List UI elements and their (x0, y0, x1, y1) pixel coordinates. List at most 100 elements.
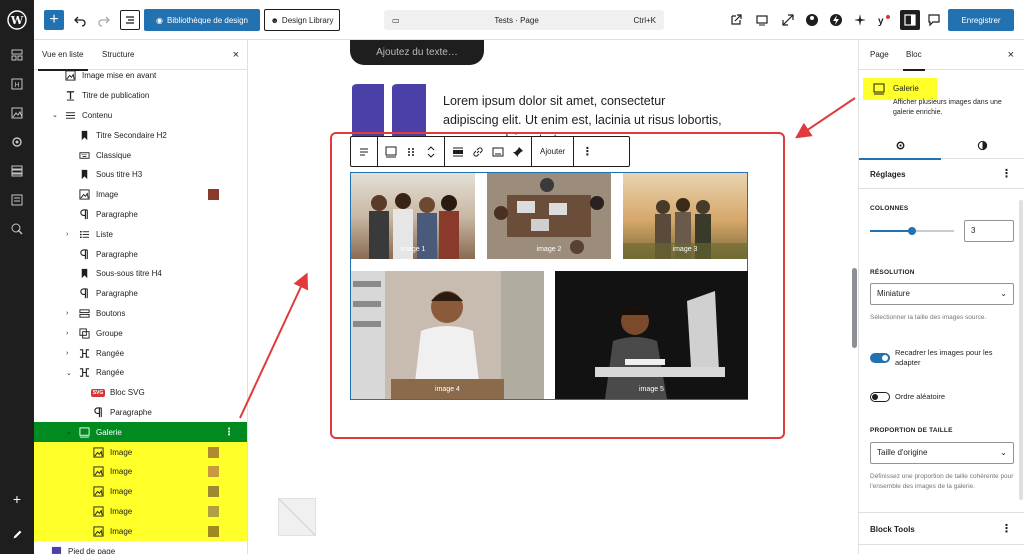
list-view-item[interactable]: Titre Secondaire H2 (34, 125, 247, 145)
yoast-icon[interactable]: y (874, 10, 894, 30)
list-view-item[interactable]: › Groupe (34, 323, 247, 343)
tab-block[interactable]: Bloc (903, 40, 925, 71)
document-title-bar[interactable]: ▭ Tests · Page Ctrl+K (384, 10, 664, 30)
tab-page[interactable]: Page (870, 40, 889, 70)
editor-toolbar: + ◉ Bibliothèque de design ☻ Design Libr… (34, 0, 1024, 40)
document-icon[interactable] (0, 185, 34, 214)
columns-slider[interactable] (870, 227, 954, 235)
businessman-photo (351, 271, 544, 399)
caption-icon[interactable] (489, 140, 507, 164)
bolt-icon[interactable] (826, 10, 846, 30)
list-view-item[interactable]: Image (34, 462, 247, 482)
layers-icon[interactable] (0, 156, 34, 185)
list-view-item[interactable]: Paragraphe (34, 284, 247, 304)
gallery-image[interactable]: image 3 (623, 173, 747, 259)
chevron-right-icon[interactable]: › (66, 330, 74, 337)
header-block-icon[interactable]: H (0, 69, 34, 98)
list-view-item[interactable]: Image (34, 185, 247, 205)
list-view-item[interactable]: Image (34, 481, 247, 502)
chevron-right-icon[interactable]: › (66, 350, 74, 357)
resolution-select[interactable]: Miniature ⌄ (870, 283, 1014, 305)
list-view-item[interactable]: Image (34, 442, 247, 462)
list-view-item[interactable]: Pied de page (34, 541, 247, 554)
link-icon[interactable] (469, 140, 487, 164)
design-library-fr-button[interactable]: ◉ Bibliothèque de design (144, 9, 260, 31)
media-icon[interactable] (0, 98, 34, 127)
select-parent-icon[interactable] (355, 140, 373, 164)
ai-sparkle-icon[interactable] (850, 10, 870, 30)
tab-block-styles[interactable] (941, 131, 1023, 159)
gallery-block-icon[interactable] (382, 140, 400, 164)
list-view-item[interactable]: Sous titre H3 (34, 165, 247, 185)
list-view-item[interactable]: ⌄ Contenu (34, 106, 247, 126)
chevron-right-icon[interactable]: › (66, 231, 74, 238)
list-view-item[interactable]: Sous-sous titre H4 (34, 264, 247, 284)
comment-icon[interactable] (924, 10, 944, 30)
pin-icon[interactable] (509, 140, 527, 164)
list-view-item[interactable]: SVG Bloc SVG (34, 383, 247, 403)
list-view-item[interactable]: Classique (34, 145, 247, 165)
gallery-image[interactable]: image 1 (351, 173, 475, 259)
wordpress-logo-icon[interactable]: W (0, 0, 34, 40)
block-inserter-button[interactable]: + (44, 10, 64, 30)
aspect-ratio-select[interactable]: Taille d'origine ⌄ (870, 442, 1014, 464)
more-options-icon[interactable]: ⋮ (578, 140, 596, 164)
align-icon[interactable] (449, 140, 467, 164)
chevron-down-icon[interactable]: ⌄ (52, 111, 60, 119)
block-tools-options-icon[interactable]: ⋮ (1001, 522, 1012, 535)
document-overview-icon[interactable] (120, 10, 140, 30)
list-view-item[interactable]: Titre de publication (34, 86, 247, 106)
add-text-button[interactable]: Ajoutez du texte… (350, 40, 484, 65)
crop-toggle[interactable] (870, 353, 890, 363)
gallery-image[interactable]: image 4 (351, 271, 544, 399)
list-view-item[interactable]: Paragraphe (34, 205, 247, 225)
list-view-item[interactable]: Paragraphe (34, 403, 247, 423)
add-icon[interactable]: + (0, 488, 34, 510)
library-icon: ◉ (156, 15, 164, 25)
undo-icon[interactable] (70, 8, 90, 32)
design-library-button[interactable]: ☻ Design Library (264, 9, 340, 31)
settings-section-title[interactable]: Réglages (870, 170, 906, 179)
add-images-button[interactable]: Ajouter (536, 147, 569, 156)
editor-canvas[interactable]: Ajoutez du texte… Lorem ipsum dolor sit … (248, 40, 858, 554)
sidebar-scrollbar[interactable] (1019, 200, 1023, 500)
gallery-image[interactable]: image 5 (555, 271, 748, 399)
chevron-down-icon[interactable]: ⌄ (66, 369, 74, 377)
device-preview-icon[interactable] (752, 10, 772, 30)
view-external-icon[interactable] (726, 10, 746, 30)
gallery-image[interactable]: image 2 (487, 173, 611, 259)
settings-gear-icon[interactable] (0, 127, 34, 156)
chevron-down-icon[interactable]: ⌄ (66, 428, 74, 436)
list-view-item[interactable]: Image (34, 501, 247, 522)
move-up-down-icon[interactable] (422, 140, 440, 164)
plugin-person-icon[interactable] (802, 10, 822, 30)
list-view-item[interactable]: ⌄ Rangée (34, 363, 247, 383)
settings-sidebar-icon[interactable] (900, 10, 920, 30)
row-options-icon[interactable]: ⋮ (224, 427, 234, 438)
drag-handle-icon[interactable] (402, 140, 420, 164)
list-view-item[interactable]: › Boutons (34, 304, 247, 324)
list-view-item[interactable]: › Rangée (34, 343, 247, 363)
patterns-icon[interactable] (0, 40, 34, 69)
block-tools-title[interactable]: Block Tools (870, 525, 915, 534)
list-view-item[interactable]: Image (34, 521, 247, 542)
list-view-item[interactable]: Paragraphe (34, 244, 247, 264)
random-order-toggle[interactable] (870, 392, 890, 402)
settings-options-icon[interactable]: ⋮ (1001, 167, 1012, 180)
tab-block-settings[interactable] (859, 131, 941, 160)
brush-icon[interactable] (0, 214, 34, 243)
columns-input[interactable]: 3 (964, 220, 1014, 242)
columns-slider-thumb[interactable] (908, 227, 916, 235)
pen-icon[interactable] (0, 524, 34, 544)
list-view-item[interactable]: ⌄ Galerie ⋮ (34, 422, 247, 443)
close-icon[interactable]: × (1008, 40, 1014, 70)
list-view-item[interactable]: › Liste (34, 224, 247, 244)
canvas-scrollbar[interactable] (852, 268, 857, 348)
resize-icon[interactable] (778, 10, 798, 30)
gallery-block[interactable]: image 1 image 2 image 3 image 4 image 5 (350, 172, 748, 400)
list-view-item-label: Galerie (96, 427, 122, 437)
chevron-right-icon[interactable]: › (66, 310, 74, 317)
redo-icon[interactable] (94, 8, 114, 32)
save-button[interactable]: Enregistrer (948, 9, 1014, 31)
list-view-item[interactable]: Image mise en avant (34, 66, 247, 86)
